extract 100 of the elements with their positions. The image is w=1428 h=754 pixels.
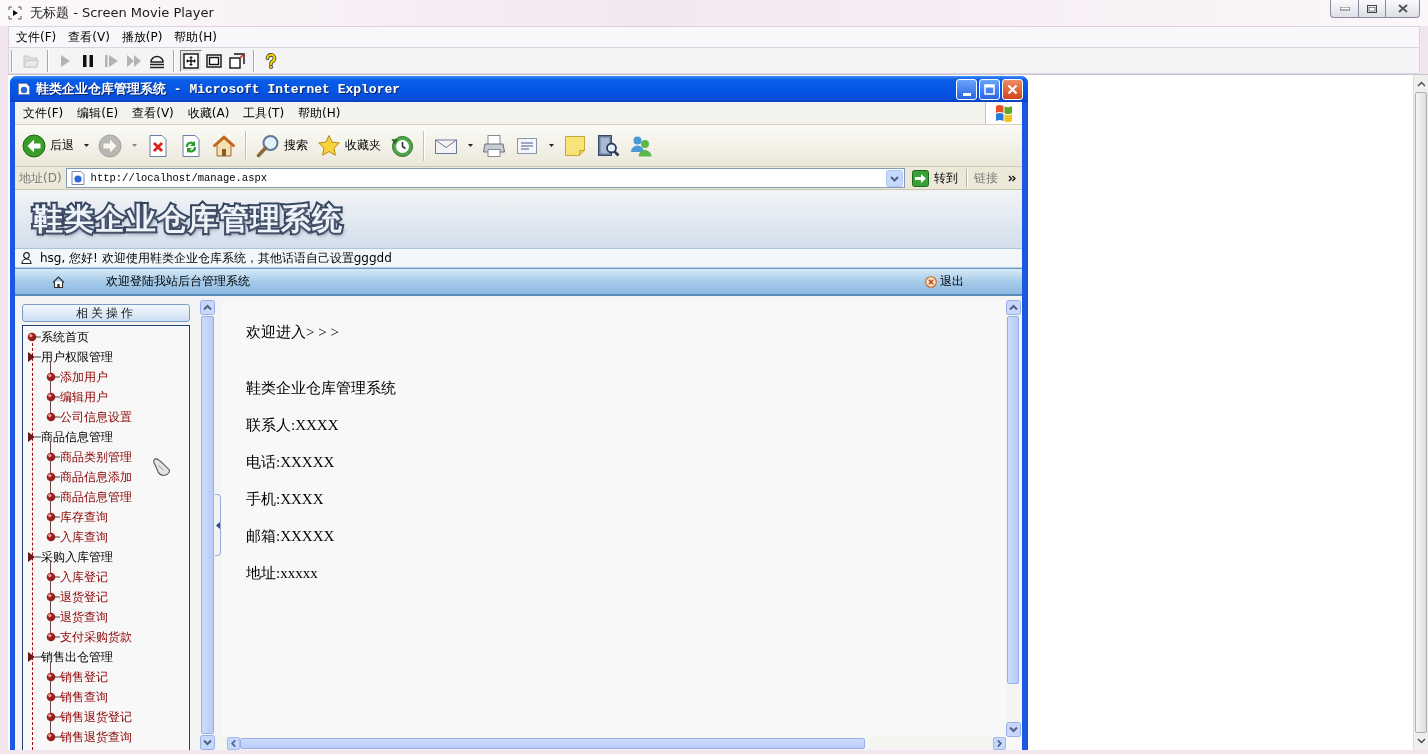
- scroll-left-icon[interactable]: [227, 737, 240, 750]
- page-icon: [69, 170, 86, 186]
- help-icon: [263, 52, 279, 69]
- maximize-icon: [1367, 4, 1377, 13]
- maximize-button[interactable]: [1358, 0, 1386, 18]
- sidebar-header: 相关操作: [22, 304, 190, 322]
- fast-forward-icon: [126, 52, 142, 69]
- scrollbar-thumb[interactable]: [1415, 92, 1427, 733]
- tree-item[interactable]: 商品信息管理: [46, 487, 132, 507]
- tree-item[interactable]: 销售出仓管理: [27, 647, 113, 667]
- tree-item[interactable]: 商品信息管理: [27, 427, 113, 447]
- search-button[interactable]: 搜索: [253, 129, 311, 162]
- vertical-scrollbar[interactable]: [1413, 75, 1428, 750]
- go-button[interactable]: 转到: [910, 169, 960, 187]
- tree-item[interactable]: 销售退货登记: [46, 707, 132, 727]
- bullet-icon: [46, 611, 60, 623]
- bullet-icon: [46, 511, 60, 523]
- menu-item[interactable]: 工具(T): [236, 103, 292, 123]
- maximize-icon: [984, 83, 995, 95]
- scrollbar-thumb[interactable]: [1007, 316, 1019, 684]
- scrollbar-thumb[interactable]: [240, 738, 865, 749]
- tree-item[interactable]: 销售登记: [46, 667, 108, 687]
- vertical-scrollbar[interactable]: [200, 300, 215, 750]
- tree-item[interactable]: 用户权限管理: [27, 347, 113, 367]
- bullet-icon: [46, 471, 60, 483]
- tree-item[interactable]: 退货查询: [46, 607, 108, 627]
- bullet-icon: [46, 371, 60, 383]
- content-line: 电话:XXXXX: [246, 453, 335, 472]
- tree-item[interactable]: 入库登记: [46, 567, 108, 587]
- close-button[interactable]: [1386, 0, 1420, 18]
- menu-item[interactable]: 查看(V): [62, 27, 116, 47]
- chevron-icon[interactable]: [1008, 174, 1016, 182]
- menu-item[interactable]: 帮助(H): [291, 103, 348, 123]
- user-icon: [21, 252, 32, 264]
- browser-title: 鞋类企业仓库管理系统 - Microsoft Internet Explorer: [36, 81, 401, 98]
- flag-logo-icon: [994, 103, 1014, 123]
- player-app-icon: [8, 6, 22, 20]
- menu-item[interactable]: 查看(V): [125, 103, 181, 123]
- page-icon: [17, 82, 31, 96]
- tree-item[interactable]: 添加用户: [46, 367, 108, 387]
- content-line: 联系人:XXXX: [246, 416, 339, 435]
- folder-icon: [23, 52, 39, 69]
- minimize-icon: [1339, 6, 1350, 11]
- house-icon: [212, 133, 236, 158]
- bullet-icon: [27, 331, 41, 343]
- bullet-icon: [46, 411, 60, 423]
- scrollbar-thumb[interactable]: [201, 316, 214, 734]
- address-field[interactable]: http://localhost/manage.aspx: [65, 168, 905, 188]
- bullet-icon: [46, 531, 60, 543]
- back-button[interactable]: 后退: [19, 129, 92, 162]
- tree-item[interactable]: 入库查询: [46, 527, 108, 547]
- tree-item[interactable]: 采购入库管理: [27, 547, 113, 567]
- triangle-left-icon: [215, 521, 220, 529]
- tree-item[interactable]: 编辑用户: [46, 387, 108, 407]
- tree-item[interactable]: 库存查询: [46, 507, 108, 527]
- tree-item[interactable]: 销售退货查询: [46, 727, 132, 747]
- menu-item[interactable]: 文件(F): [10, 27, 63, 47]
- bullet-icon: [46, 491, 60, 503]
- tree-item[interactable]: 销售查询: [46, 687, 108, 707]
- menu-item[interactable]: 播放(P): [115, 27, 169, 47]
- triangle-icon: [27, 551, 41, 563]
- scroll-right-icon[interactable]: [993, 737, 1006, 750]
- vertical-scrollbar[interactable]: [1006, 300, 1020, 737]
- window-icon: [206, 52, 222, 69]
- book-search-icon: [596, 133, 620, 158]
- favorites-button[interactable]: 收藏夹: [314, 129, 384, 162]
- close-icon: [1397, 4, 1408, 13]
- bullet-icon: [46, 451, 60, 463]
- horizontal-scrollbar[interactable]: [222, 737, 1006, 750]
- bullet-icon: [46, 711, 60, 723]
- minimize-icon: [962, 92, 971, 96]
- tree-item[interactable]: 商品类别管理: [46, 447, 132, 467]
- fit-button[interactable]: [180, 49, 202, 72]
- tree-item[interactable]: 公司信息设置: [46, 407, 132, 427]
- scroll-down-icon[interactable]: [200, 735, 215, 750]
- printer-icon: [482, 133, 506, 158]
- links-label[interactable]: 链接: [974, 169, 998, 187]
- scroll-up-icon[interactable]: [1006, 300, 1021, 315]
- close-icon: [1007, 83, 1018, 95]
- dropdown-icon[interactable]: [886, 169, 903, 187]
- tree-item[interactable]: 商品信息添加: [46, 467, 132, 487]
- menu-item[interactable]: 编辑(E): [70, 103, 126, 123]
- house-icon[interactable]: [52, 275, 65, 288]
- tree-item[interactable]: 支付采购货款: [46, 627, 132, 647]
- menu-item[interactable]: 收藏(A): [180, 103, 237, 123]
- bullet-icon: [46, 571, 60, 583]
- caret-down-icon: [549, 144, 554, 147]
- menu-item[interactable]: 帮助(H): [168, 27, 223, 47]
- triangle-icon: [27, 651, 41, 663]
- collapse-tab[interactable]: [215, 494, 221, 556]
- scroll-down-icon[interactable]: [1006, 722, 1021, 737]
- scroll-up-icon[interactable]: [200, 300, 215, 315]
- content-line: 手机:XXXX: [246, 490, 324, 509]
- greeting-text: hsg, 您好! 欢迎使用鞋类企业仓库系统，其他话语自己设置gggdd: [40, 249, 392, 267]
- menu-item[interactable]: 文件(F): [16, 103, 71, 123]
- bullet-icon: [46, 631, 60, 643]
- tree-item[interactable]: 系统首页: [27, 327, 89, 347]
- logout-link[interactable]: 退出: [925, 273, 964, 290]
- caret-down-icon: [468, 144, 473, 147]
- tree-item[interactable]: 退货登记: [46, 587, 108, 607]
